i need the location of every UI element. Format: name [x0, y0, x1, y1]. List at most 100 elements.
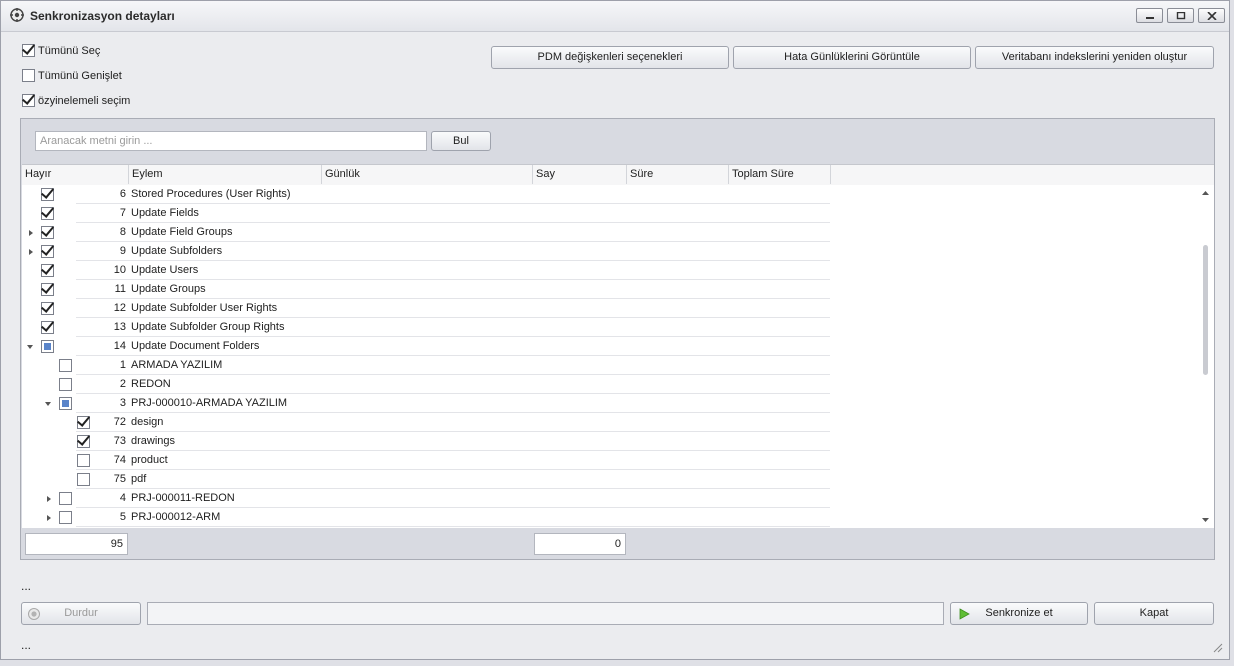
search-input[interactable]: Aranacak metni girin ...: [35, 131, 427, 151]
sync-grid-panel: Aranacak metni girin ... Bul Hayır Eylem…: [20, 118, 1215, 560]
expand-icon[interactable]: [47, 515, 51, 521]
minimize-button[interactable]: [1136, 8, 1163, 23]
play-icon: [959, 608, 970, 620]
row-checkbox[interactable]: [41, 340, 54, 353]
row-action: ARMADA YAZILIM: [131, 359, 223, 371]
row-number: 3: [119, 397, 126, 409]
row-number: 7: [119, 207, 126, 219]
row-checkbox[interactable]: [59, 511, 72, 524]
table-row[interactable]: 5 PRJ-000012-ARM: [22, 508, 830, 527]
row-number: 72: [113, 416, 126, 428]
row-checkbox[interactable]: [59, 492, 72, 505]
row-number: 14: [113, 340, 126, 352]
table-row[interactable]: 4 PRJ-000011-REDON: [22, 489, 830, 508]
table-row[interactable]: 14 Update Document Folders: [22, 337, 830, 356]
grid-footer: 95 0: [22, 529, 1214, 559]
rebuild-index-button[interactable]: Veritabanı indekslerini yeniden oluştur: [975, 46, 1214, 69]
synchronize-label: Senkronize et: [985, 607, 1053, 619]
collapse-icon[interactable]: [27, 345, 33, 349]
column-header-duration[interactable]: Süre: [627, 165, 729, 184]
grid-body: 6 Stored Procedures (User Rights) 7 Update …: [22, 185, 1214, 528]
table-row[interactable]: 9 Update Subfolders: [22, 242, 830, 261]
progress-bar: [147, 602, 944, 625]
maximize-button[interactable]: [1167, 8, 1194, 23]
row-number: 75: [113, 473, 126, 485]
collapse-icon[interactable]: [45, 402, 51, 406]
table-row[interactable]: 12 Update Subfolder User Rights: [22, 299, 830, 318]
table-row[interactable]: 6 Stored Procedures (User Rights): [22, 185, 830, 204]
row-number: 8: [119, 226, 126, 238]
row-action: Update Fields: [131, 207, 199, 219]
table-row[interactable]: 10 Update Users: [22, 261, 830, 280]
row-number: 74: [113, 454, 126, 466]
row-checkbox[interactable]: [41, 226, 54, 239]
row-number: 12: [113, 302, 126, 314]
expand-icon[interactable]: [29, 249, 33, 255]
row-checkbox[interactable]: [41, 283, 54, 296]
close-icon: [1207, 12, 1217, 20]
row-checkbox[interactable]: [59, 397, 72, 410]
row-checkbox[interactable]: [41, 264, 54, 277]
pdm-variables-button[interactable]: PDM değişkenleri seçenekleri: [491, 46, 729, 69]
minimize-icon: [1146, 17, 1154, 19]
row-number: 2: [119, 378, 126, 390]
row-checkbox[interactable]: [41, 188, 54, 201]
column-header-no[interactable]: Hayır: [22, 165, 129, 184]
table-row[interactable]: 2 REDON: [22, 375, 830, 394]
row-number: 4: [119, 492, 126, 504]
find-button[interactable]: Bul: [431, 131, 491, 151]
row-action: Update Document Folders: [131, 340, 260, 352]
row-checkbox[interactable]: [41, 302, 54, 315]
error-logs-button[interactable]: Hata Günlüklerini Görüntüle: [733, 46, 971, 69]
table-row[interactable]: 3 PRJ-000010-ARMADA YAZILIM: [22, 394, 830, 413]
row-action: drawings: [131, 435, 176, 447]
scroll-down-icon[interactable]: [1201, 517, 1210, 523]
row-checkbox[interactable]: [41, 321, 54, 334]
window-title: Senkronizasyon detayları: [30, 9, 175, 23]
row-checkbox[interactable]: [59, 359, 72, 372]
table-row[interactable]: 11 Update Groups: [22, 280, 830, 299]
table-row[interactable]: 72 design: [22, 413, 830, 432]
row-checkbox[interactable]: [59, 378, 72, 391]
expand-icon[interactable]: [29, 230, 33, 236]
recursive-selection-checkbox[interactable]: [22, 94, 35, 107]
row-action: pdf: [131, 473, 147, 485]
table-row[interactable]: 13 Update Subfolder Group Rights: [22, 318, 830, 337]
table-row[interactable]: 1 ARMADA YAZILIM: [22, 356, 830, 375]
column-header-total-duration[interactable]: Toplam Süre: [729, 165, 831, 184]
table-row[interactable]: 75 pdf: [22, 470, 830, 489]
row-number: 10: [113, 264, 126, 276]
scroll-up-icon[interactable]: [1201, 190, 1210, 196]
vertical-scrollbar[interactable]: [1197, 185, 1214, 528]
column-header-count[interactable]: Say: [533, 165, 627, 184]
table-row[interactable]: 73 drawings: [22, 432, 830, 451]
row-number: 73: [113, 435, 126, 447]
row-checkbox[interactable]: [41, 207, 54, 220]
sync-settings-icon: [10, 8, 24, 22]
row-action: Update Subfolder User Rights: [131, 302, 278, 314]
row-action: Stored Procedures (User Rights): [131, 188, 291, 200]
row-number: 1: [119, 359, 126, 371]
expand-all-checkbox[interactable]: [22, 69, 35, 82]
title-bar[interactable]: Senkronizasyon detayları: [1, 1, 1229, 32]
row-checkbox[interactable]: [41, 245, 54, 258]
expand-all-label: Tümünü Genişlet: [38, 70, 122, 82]
table-row[interactable]: 74 product: [22, 451, 830, 470]
resize-grip-icon[interactable]: [1213, 643, 1223, 653]
close-window-button[interactable]: [1198, 8, 1225, 23]
column-header-action[interactable]: Eylem: [129, 165, 322, 184]
table-row[interactable]: 7 Update Fields: [22, 204, 830, 223]
row-action: REDON: [131, 378, 171, 390]
column-header-log[interactable]: Günlük: [322, 165, 533, 184]
grid-header: Hayır Eylem Günlük Say Süre Toplam Süre: [22, 164, 1214, 186]
row-action: Update Field Groups: [131, 226, 233, 238]
row-divider: [76, 526, 830, 527]
expand-icon[interactable]: [47, 496, 51, 502]
scrollbar-thumb[interactable]: [1203, 245, 1208, 375]
synchronize-button[interactable]: Senkronize et: [950, 602, 1088, 625]
stop-button[interactable]: Durdur: [21, 602, 141, 625]
table-row[interactable]: 8 Update Field Groups: [22, 223, 830, 242]
row-action: PRJ-000011-REDON: [131, 492, 235, 504]
close-button[interactable]: Kapat: [1094, 602, 1214, 625]
select-all-checkbox[interactable]: [22, 44, 35, 57]
